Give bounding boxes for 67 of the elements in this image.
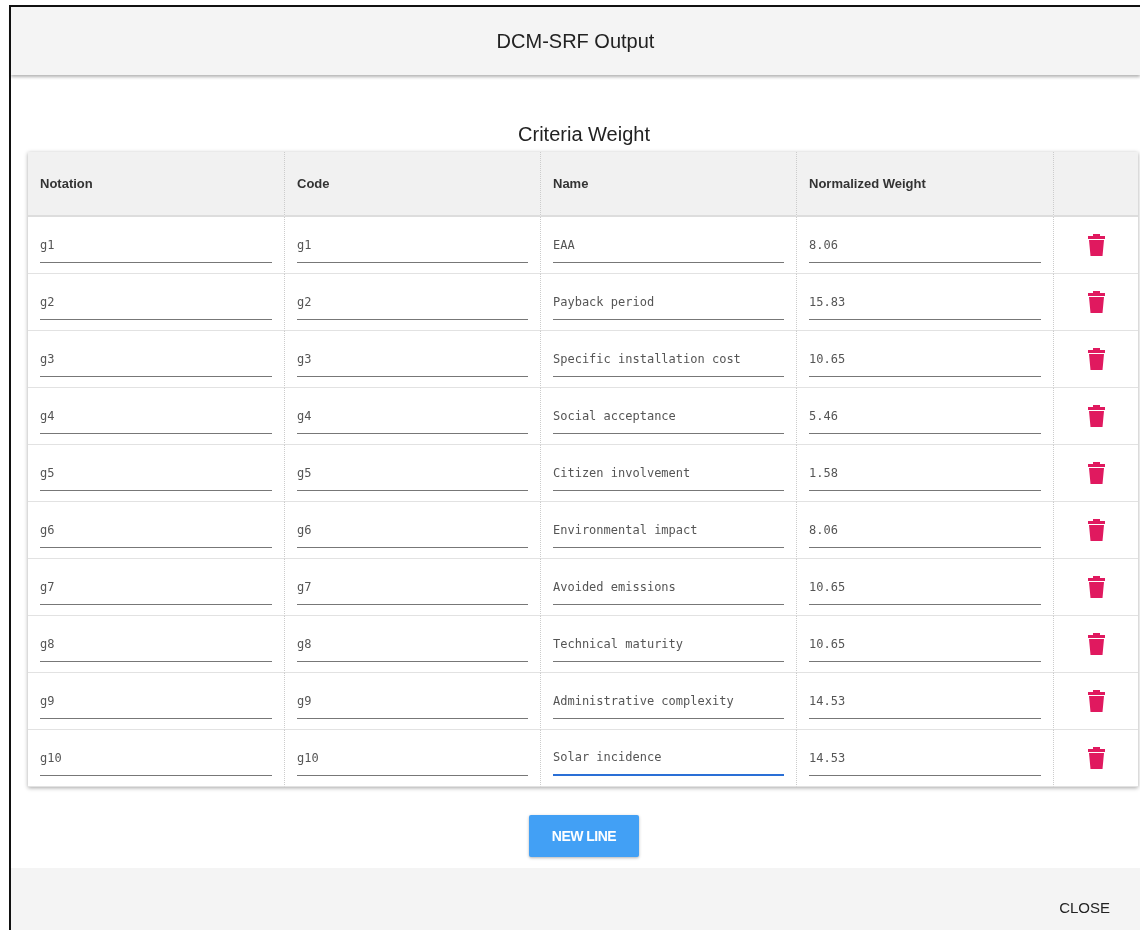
trash-icon bbox=[1087, 576, 1105, 598]
name-field[interactable]: Environmental impact bbox=[553, 523, 784, 548]
notation-field[interactable]: g4 bbox=[40, 409, 272, 434]
name-field[interactable]: Technical maturity bbox=[553, 637, 784, 662]
delete-button[interactable] bbox=[1087, 519, 1105, 541]
name-field[interactable]: Administrative complexity bbox=[553, 694, 784, 719]
notation-field[interactable]: g1 bbox=[40, 238, 272, 263]
weight-field[interactable]: 15.83 bbox=[809, 295, 1041, 320]
delete-button[interactable] bbox=[1087, 234, 1105, 256]
code-field[interactable]: g5 bbox=[297, 466, 528, 491]
name-field[interactable]: Avoided emissions bbox=[553, 580, 784, 605]
notation-field[interactable]: g7 bbox=[40, 580, 272, 605]
weight-field[interactable]: 5.46 bbox=[809, 409, 1041, 434]
notation-field[interactable]: g9 bbox=[40, 694, 272, 719]
name-field[interactable]: Citizen involvement bbox=[553, 466, 784, 491]
delete-button[interactable] bbox=[1087, 348, 1105, 370]
code-field[interactable]: g4 bbox=[297, 409, 528, 434]
weight-field[interactable]: 10.65 bbox=[809, 637, 1041, 662]
delete-button[interactable] bbox=[1087, 291, 1105, 313]
delete-button[interactable] bbox=[1087, 405, 1105, 427]
trash-icon bbox=[1087, 234, 1105, 256]
name-field[interactable]: Solar incidence bbox=[553, 750, 784, 776]
column-header: Code bbox=[285, 152, 541, 217]
notation-field[interactable]: g8 bbox=[40, 637, 272, 662]
notation-field[interactable]: g3 bbox=[40, 352, 272, 377]
notation-field[interactable]: g10 bbox=[40, 751, 272, 776]
delete-button[interactable] bbox=[1087, 747, 1105, 769]
code-field[interactable]: g1 bbox=[297, 238, 528, 263]
code-field[interactable]: g2 bbox=[297, 295, 528, 320]
weight-field[interactable]: 1.58 bbox=[809, 466, 1041, 491]
delete-button[interactable] bbox=[1087, 576, 1105, 598]
notation-field[interactable]: g6 bbox=[40, 523, 272, 548]
trash-icon bbox=[1087, 462, 1105, 484]
trash-icon bbox=[1087, 747, 1105, 769]
trash-icon bbox=[1087, 405, 1105, 427]
trash-icon bbox=[1087, 690, 1105, 712]
delete-button[interactable] bbox=[1087, 690, 1105, 712]
code-field[interactable]: g9 bbox=[297, 694, 528, 719]
weight-field[interactable]: 8.06 bbox=[809, 238, 1041, 263]
trash-icon bbox=[1087, 519, 1105, 541]
weight-field[interactable]: 10.65 bbox=[809, 580, 1041, 605]
close-button[interactable]: CLOSE bbox=[1059, 899, 1110, 916]
notation-field[interactable]: g5 bbox=[40, 466, 272, 491]
trash-icon bbox=[1087, 348, 1105, 370]
code-field[interactable]: g3 bbox=[297, 352, 528, 377]
dialog-title: DCM-SRF Output bbox=[496, 29, 655, 53]
name-field[interactable]: Payback period bbox=[553, 295, 784, 320]
column-header: Notation bbox=[28, 152, 285, 217]
table-title: Criteria Weight bbox=[518, 123, 650, 146]
notation-field[interactable]: g2 bbox=[40, 295, 272, 320]
weight-field[interactable]: 10.65 bbox=[809, 352, 1041, 377]
delete-button[interactable] bbox=[1087, 462, 1105, 484]
name-field[interactable]: Specific installation cost bbox=[553, 352, 784, 377]
trash-icon bbox=[1087, 291, 1105, 313]
name-field[interactable]: EAA bbox=[553, 238, 784, 263]
weight-field[interactable]: 8.06 bbox=[809, 523, 1041, 548]
column-header: Name bbox=[541, 152, 797, 217]
delete-button[interactable] bbox=[1087, 633, 1105, 655]
code-field[interactable]: g8 bbox=[297, 637, 528, 662]
column-header: Normalized Weight bbox=[797, 152, 1054, 217]
weight-field[interactable]: 14.53 bbox=[809, 751, 1041, 776]
weight-field[interactable]: 14.53 bbox=[809, 694, 1041, 719]
code-field[interactable]: g10 bbox=[297, 751, 528, 776]
code-field[interactable]: g6 bbox=[297, 523, 528, 548]
code-field[interactable]: g7 bbox=[297, 580, 528, 605]
name-field[interactable]: Social acceptance bbox=[553, 409, 784, 434]
trash-icon bbox=[1087, 633, 1105, 655]
